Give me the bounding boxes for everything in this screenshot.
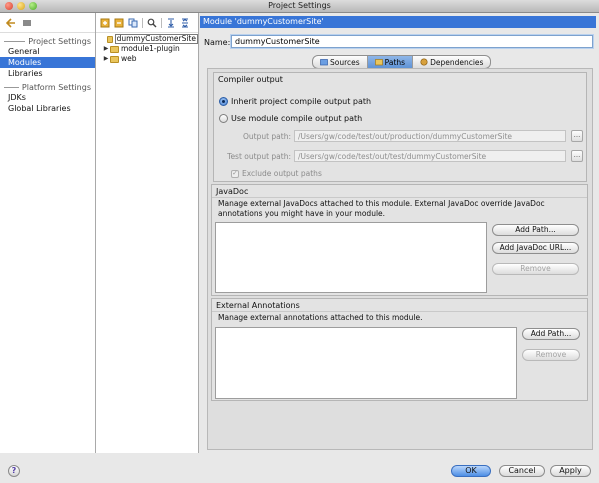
compiler-output-group: Compiler output Inherit project compile …	[213, 72, 587, 182]
tree-node-web[interactable]: ▶ web	[96, 54, 198, 64]
ok-button[interactable]: OK	[451, 465, 491, 477]
tab-sources[interactable]: Sources	[313, 56, 368, 68]
sidebar-item-modules[interactable]: Modules	[0, 57, 95, 68]
tab-paths-label: Paths	[384, 57, 406, 67]
close-window-button[interactable]	[5, 2, 13, 10]
javadoc-remove-button[interactable]: Remove	[492, 263, 579, 275]
module-output-option[interactable]: Use module compile output path	[219, 114, 362, 123]
expand-arrow-icon[interactable]: ▶	[102, 44, 110, 54]
javadoc-add-path-button[interactable]: Add Path...	[492, 224, 579, 236]
javadoc-list[interactable]	[215, 222, 487, 293]
inherit-output-label: Inherit project compile output path	[231, 97, 372, 106]
expand-all-icon[interactable]	[166, 17, 176, 28]
tree-node-label: web	[121, 54, 137, 63]
inherit-output-radio[interactable]	[219, 97, 228, 106]
tab-sources-label: Sources	[330, 57, 360, 67]
toolbar-separator	[161, 17, 162, 28]
project-settings-header: Project Settings	[4, 36, 91, 46]
cancel-button[interactable]: Cancel	[499, 465, 545, 477]
apply-button[interactable]: Apply	[550, 465, 591, 477]
compiler-output-title: Compiler output	[218, 75, 283, 84]
tab-paths[interactable]: Paths	[367, 56, 414, 68]
tab-dependencies[interactable]: Dependencies	[413, 56, 490, 68]
external-annotations-list[interactable]	[215, 327, 517, 399]
output-path-input[interactable]	[294, 130, 566, 142]
output-path-browse-button[interactable]: ...	[571, 130, 583, 142]
annotations-add-path-button[interactable]: Add Path...	[522, 328, 580, 340]
sidebar-item-general[interactable]: General	[0, 46, 95, 57]
find-icon[interactable]	[147, 18, 157, 28]
module-tree-panel: dummyCustomerSite ▶ module1-plugin ▶ web	[96, 13, 199, 453]
back-arrow-icon[interactable]	[6, 17, 16, 28]
test-output-path-label: Test output path:	[227, 152, 291, 161]
module-header: Module 'dummyCustomerSite'	[200, 16, 596, 28]
module-output-radio[interactable]	[219, 114, 228, 123]
javadoc-description: Manage external JavaDocs attached to thi…	[218, 199, 545, 218]
dependencies-icon	[420, 58, 428, 66]
help-button[interactable]: ?	[8, 465, 20, 477]
module-tabs: Sources Paths Dependencies	[312, 55, 492, 69]
window-controls	[5, 2, 37, 10]
external-annotations-title: External Annotations	[216, 301, 300, 310]
sidebar-toolbar	[0, 13, 95, 33]
module-folder-icon	[110, 55, 119, 63]
module-output-label: Use module compile output path	[231, 114, 363, 123]
tree-node-module1-plugin[interactable]: ▶ module1-plugin	[96, 44, 198, 54]
test-output-path-input[interactable]	[294, 150, 566, 162]
folder-icon	[320, 58, 328, 66]
sidebar-item-libraries[interactable]: Libraries	[0, 68, 95, 79]
external-annotations-description: Manage external annotations attached to …	[218, 313, 423, 322]
tree-node-label: dummyCustomerSite	[114, 34, 198, 44]
annotations-remove-button[interactable]: Remove	[522, 349, 580, 361]
paths-icon	[374, 58, 383, 66]
remove-icon[interactable]	[114, 18, 124, 28]
toolbar-separator	[142, 17, 143, 28]
collapse-all-icon[interactable]	[180, 17, 190, 28]
inherit-output-option[interactable]: Inherit project compile output path	[219, 97, 371, 106]
settings-sidebar: Project Settings General Modules Librari…	[0, 13, 96, 453]
exclude-output-option[interactable]: ✓ Exclude output paths	[231, 169, 322, 178]
window-title: Project Settings	[268, 1, 331, 10]
module-folder-icon	[110, 45, 119, 53]
tree-node-label: module1-plugin	[121, 44, 180, 53]
exclude-output-checkbox[interactable]: ✓	[231, 169, 239, 178]
javadoc-title: JavaDoc	[216, 187, 249, 196]
exclude-output-label: Exclude output paths	[242, 169, 322, 178]
external-annotations-divider	[212, 311, 587, 312]
title-bar: Project Settings	[0, 0, 599, 13]
minimize-window-button[interactable]	[17, 2, 25, 10]
tab-dependencies-label: Dependencies	[430, 57, 484, 67]
output-path-label: Output path:	[242, 132, 291, 141]
tree-node-dummycustomersite[interactable]: dummyCustomerSite	[96, 34, 198, 44]
dialog-footer: ? OK Cancel Apply	[0, 455, 599, 483]
add-javadoc-url-button[interactable]: Add JavaDoc URL...	[492, 242, 579, 254]
external-annotations-group: External Annotations Manage external ann…	[211, 298, 588, 401]
module-folder-icon	[106, 35, 113, 43]
test-output-path-browse-button[interactable]: ...	[571, 150, 583, 162]
javadoc-group: JavaDoc Manage external JavaDocs attache…	[211, 184, 588, 296]
sidebar-item-jdks[interactable]: JDKs	[0, 92, 95, 103]
javadoc-divider	[212, 197, 587, 198]
module-name-input[interactable]	[231, 35, 593, 48]
expand-arrow-icon[interactable]: ▶	[102, 54, 110, 64]
paths-tab-content: Compiler output Inherit project compile …	[207, 68, 593, 450]
platform-settings-header: Platform Settings	[4, 82, 91, 92]
forward-arrow-icon[interactable]	[22, 18, 32, 28]
zoom-window-button[interactable]	[29, 2, 37, 10]
name-label: Name:	[204, 38, 231, 47]
sidebar-item-global-libraries[interactable]: Global Libraries	[0, 103, 95, 114]
copy-icon[interactable]	[128, 18, 138, 28]
add-icon[interactable]	[100, 18, 110, 28]
tree-toolbar	[96, 13, 198, 33]
